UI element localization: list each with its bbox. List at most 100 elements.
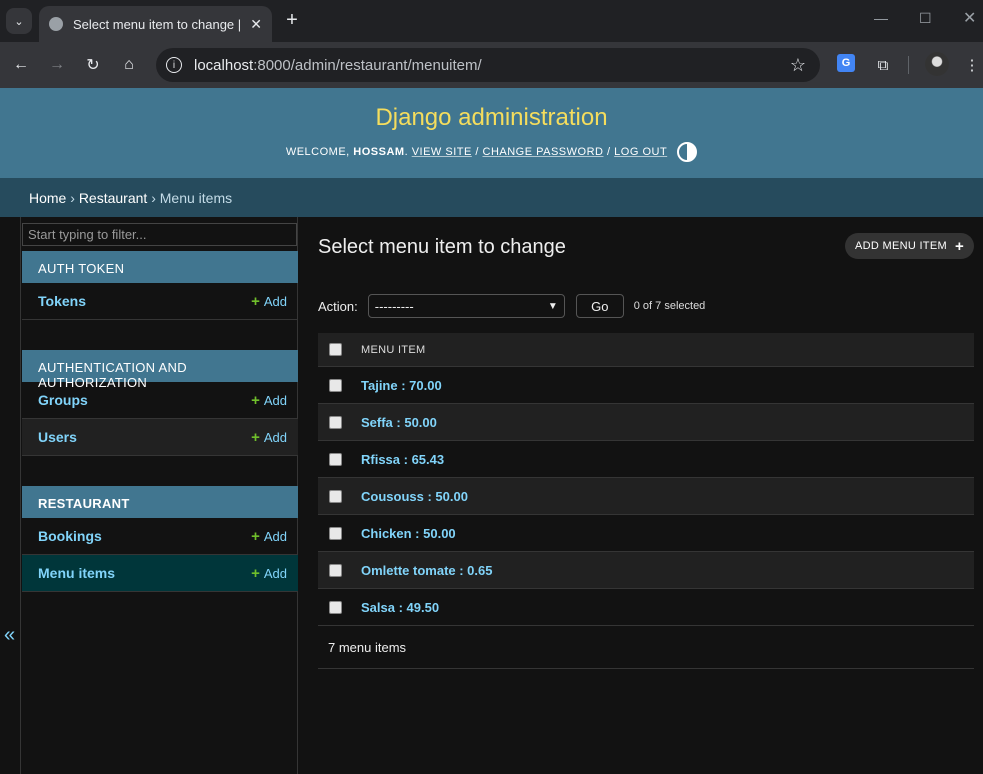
username: hossam — [353, 146, 405, 158]
view-site-link[interactable]: View site — [412, 146, 472, 158]
row-checkbox[interactable] — [329, 415, 342, 429]
home-icon[interactable]: ⌂ — [118, 54, 140, 76]
sidebar-item-label[interactable]: Bookings — [38, 528, 102, 544]
user-tools: Welcome, hossam. View site / Change pass… — [0, 142, 983, 162]
table-row: Tajine : 70.00 — [318, 367, 974, 404]
table-row: Seffa : 50.00 — [318, 404, 974, 441]
globe-icon — [49, 17, 63, 31]
add-menu-item-button[interactable]: Add menu item + — [845, 233, 974, 259]
menu-item-link[interactable]: Rfissa : 65.43 — [361, 452, 444, 467]
log-out-link[interactable]: Log out — [614, 146, 667, 158]
translate-icon[interactable]: G — [837, 54, 855, 72]
table-row: Salsa : 49.50 — [318, 589, 974, 626]
module-authentication: Authentication and Authorization Groups … — [22, 350, 298, 456]
tab-title: Select menu item to change | Dj — [73, 16, 243, 32]
back-icon[interactable]: ← — [10, 54, 32, 76]
actions-bar: Action: --------- ▼ Go 0 of 7 selected — [318, 294, 974, 318]
table-row: Cousouss : 50.00 — [318, 478, 974, 515]
breadcrumb-home[interactable]: Home — [29, 190, 66, 206]
plus-icon: + — [954, 237, 964, 255]
column-header-menu-item[interactable]: Menu item — [361, 344, 425, 356]
sidebar-filter-input[interactable] — [22, 223, 297, 246]
close-icon[interactable]: ✕ — [250, 16, 262, 33]
go-button[interactable]: Go — [575, 294, 624, 318]
new-tab-button[interactable]: + — [280, 8, 304, 32]
menu-item-link[interactable]: Cousouss : 50.00 — [361, 489, 468, 504]
menu-item-link[interactable]: Chicken : 50.00 — [361, 526, 456, 541]
add-link[interactable]: + Add — [251, 565, 287, 582]
url-text: localhost:8000/admin/restaurant/menuitem… — [194, 56, 482, 74]
menu-item-link[interactable]: Omlette tomate : 0.65 — [361, 563, 493, 578]
change-password-link[interactable]: Change password — [483, 146, 604, 158]
sidebar-gutter — [0, 217, 21, 774]
plus-icon: + — [251, 292, 260, 310]
sidebar-item-tokens: Tokens + Add — [22, 283, 298, 320]
chevron-down-icon: ⌄ — [14, 15, 24, 28]
select-all-checkbox[interactable] — [329, 343, 342, 356]
sidebar-item-bookings: Bookings + Add — [22, 518, 298, 555]
plus-icon: + — [251, 564, 260, 582]
module-auth-token: Auth Token Tokens + Add — [22, 251, 298, 320]
maximize-icon[interactable]: ☐ — [919, 10, 932, 27]
add-link[interactable]: + Add — [251, 429, 287, 446]
chevron-down-icon: ▼ — [547, 300, 558, 312]
address-bar[interactable]: i localhost:8000/admin/restaurant/menuit… — [156, 48, 820, 82]
module-caption[interactable]: Auth Token — [22, 251, 298, 283]
action-label: Action: — [318, 298, 358, 314]
admin-header: Django administration Welcome, hossam. V… — [0, 88, 983, 178]
site-branding[interactable]: Django administration — [0, 88, 983, 132]
table-row: Rfissa : 65.43 — [318, 441, 974, 478]
add-link[interactable]: + Add — [251, 392, 287, 409]
plus-icon: + — [251, 391, 260, 409]
sidebar-item-label[interactable]: Users — [38, 429, 77, 445]
sidebar-item-label[interactable]: Tokens — [38, 293, 86, 309]
result-list: Menu item Tajine : 70.00 Seffa : 50.00 R… — [318, 333, 974, 626]
row-checkbox[interactable] — [329, 452, 342, 466]
nav-sidebar: Auth Token Tokens +Add Authentication an… — [21, 217, 298, 774]
plus-icon: + — [251, 428, 260, 446]
sidebar-item-menu-items: Menu items + Add — [22, 555, 298, 592]
row-checkbox[interactable] — [329, 526, 342, 540]
minimize-icon[interactable]: — — [874, 10, 888, 26]
plus-icon: + — [251, 527, 260, 545]
page-title: Select menu item to change — [318, 236, 566, 258]
browser-tab-strip: ⌄ Select menu item to change | Dj ✕ + — … — [0, 0, 983, 42]
browser-tab[interactable]: Select menu item to change | Dj ✕ — [39, 6, 272, 42]
menu-item-link[interactable]: Seffa : 50.00 — [361, 415, 437, 430]
collapse-sidebar-icon[interactable]: « — [4, 624, 15, 647]
table-row: Omlette tomate : 0.65 — [318, 552, 974, 589]
action-select[interactable]: --------- ▼ — [367, 294, 565, 318]
menu-item-link[interactable]: Salsa : 49.50 — [361, 600, 439, 615]
table-row: Chicken : 50.00 — [318, 515, 974, 552]
module-caption[interactable]: Authentication and Authorization — [22, 350, 298, 390]
tab-search-button[interactable]: ⌄ — [6, 8, 32, 34]
sidebar-item-users: Users + Add — [22, 419, 298, 456]
sidebar-item-label[interactable]: Groups — [38, 392, 88, 408]
module-restaurant: Restaurant Bookings + Add Menu items + Add — [22, 486, 298, 592]
breadcrumb-current: Menu items — [159, 190, 233, 206]
browser-toolbar: ← → ↻ ⌂ i localhost:8000/admin/restauran… — [0, 42, 983, 88]
add-link[interactable]: + Add — [251, 293, 287, 310]
site-info-icon[interactable]: i — [166, 57, 182, 73]
forward-icon[interactable]: → — [46, 54, 68, 76]
paginator: 7 menu items — [318, 626, 974, 669]
extensions-icon[interactable]: ⧉ — [872, 54, 894, 76]
welcome-text: Welcome, — [285, 146, 350, 158]
sidebar-item-label[interactable]: Menu items — [38, 565, 115, 581]
row-checkbox[interactable] — [329, 378, 342, 392]
module-caption[interactable]: Restaurant — [22, 486, 298, 518]
row-checkbox[interactable] — [329, 489, 342, 503]
theme-toggle-icon[interactable] — [677, 142, 698, 162]
reload-icon[interactable]: ↻ — [82, 54, 104, 76]
add-link[interactable]: + Add — [251, 528, 287, 545]
window-close-icon[interactable]: ✕ — [963, 8, 976, 28]
selection-counter: 0 of 7 selected — [633, 300, 706, 312]
kebab-menu-icon[interactable]: ⋮ — [961, 54, 983, 76]
table-header: Menu item — [318, 333, 974, 367]
row-checkbox[interactable] — [329, 563, 342, 577]
profile-avatar[interactable] — [925, 52, 949, 76]
bookmark-star-icon[interactable]: ☆ — [790, 55, 806, 76]
menu-item-link[interactable]: Tajine : 70.00 — [361, 378, 442, 393]
breadcrumb-restaurant[interactable]: Restaurant — [79, 190, 147, 206]
row-checkbox[interactable] — [329, 600, 342, 614]
